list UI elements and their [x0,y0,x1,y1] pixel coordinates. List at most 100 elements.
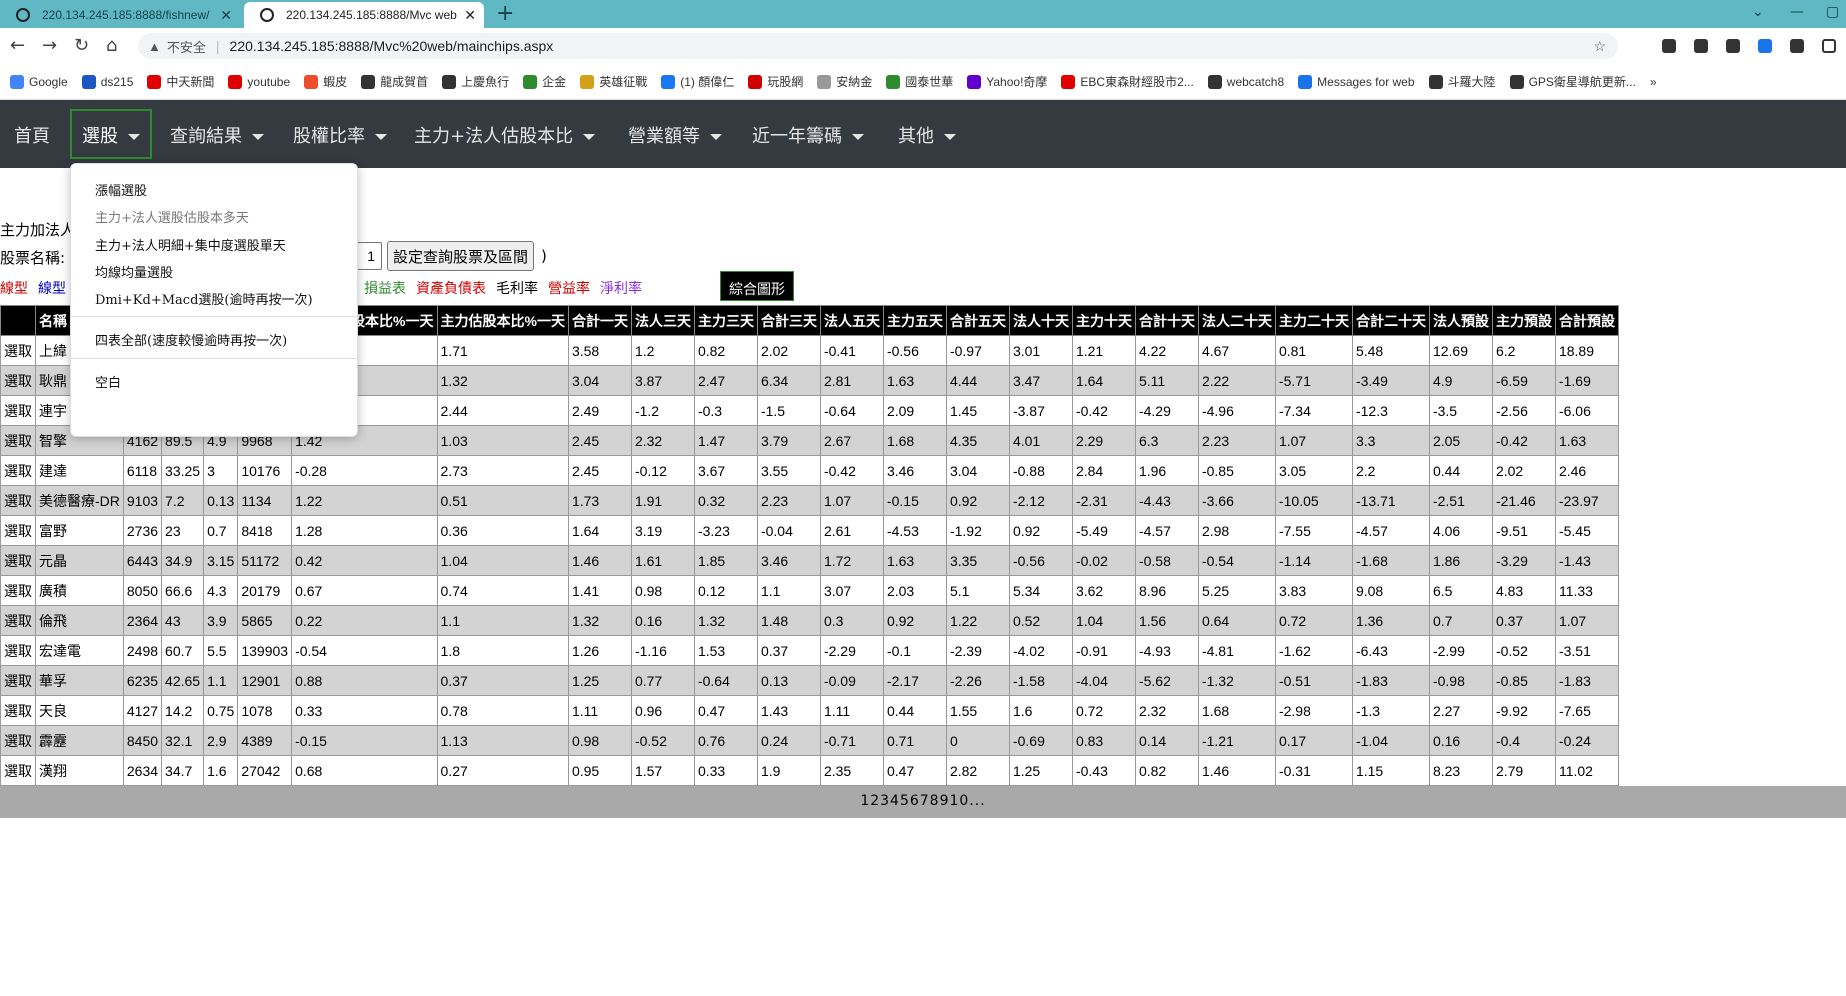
nav-item-5[interactable]: 營業額等 [628,122,722,148]
stock-name-cell[interactable]: 漢翔 [35,755,124,786]
stock-name-cell[interactable]: 富野 [35,515,124,546]
select-link[interactable]: 選取 [0,725,36,756]
stock-name-cell[interactable]: 宏達電 [35,635,124,666]
url-text[interactable]: 220.134.245.185:8888/Mvc%20web/mainchips… [230,38,554,54]
dropdown-item[interactable]: 空白 [95,372,121,391]
bookmark-item[interactable]: 安納金 [817,73,872,90]
stock-name-cell[interactable]: 美德醫療-DR [35,485,124,516]
select-link[interactable]: 選取 [0,425,36,456]
nav-item-2[interactable]: 查詢結果 [170,122,264,148]
stock-name-cell[interactable]: 建達 [35,455,124,486]
bookmark-item[interactable]: 國泰世華 [886,73,953,90]
close-icon[interactable]: ✕ [464,7,476,24]
table-cell: 2.45 [567,425,632,456]
dropdown-item[interactable]: 主力+法人明細+集中度選股單天 [95,235,286,254]
select-link[interactable]: 選取 [0,395,36,426]
set-query-button[interactable]: 設定查詢股票及區間 [387,241,535,271]
puzzle-icon[interactable] [1790,39,1804,53]
stock-name-cell[interactable]: 倫飛 [35,605,124,636]
bookmark-item[interactable]: GPS衛星導航更新... [1509,73,1636,90]
bookmark-item[interactable]: 斗羅大陸 [1428,73,1496,90]
stock-name-cell[interactable]: 元晶 [35,545,124,576]
forward-icon[interactable]: → [42,35,57,56]
nav-item-1[interactable]: 選股 [70,109,152,159]
bookmark-item[interactable]: 蝦皮 [304,73,347,90]
extension-icon[interactable] [1726,39,1740,53]
bookmark-item[interactable]: 英雄征戰 [580,73,647,90]
bookmark-item[interactable]: Yahoo!奇摩 [967,73,1047,90]
dropdown-item[interactable]: Dmi+Kd+Macd選股(逾時再按一次) [95,289,313,308]
bookmark-item[interactable]: ds215 [81,74,133,89]
pagination[interactable]: 12345678910... [0,786,1846,818]
close-icon[interactable]: ✕ [220,7,232,24]
combined-chart-button[interactable]: 綜合圖形 [720,271,794,301]
star-icon[interactable]: ☆ [1593,38,1606,55]
report-link[interactable]: 線型 [38,281,66,297]
bookmark-item[interactable]: 上慶魚行 [442,73,509,90]
chevron-down-icon[interactable]: ⌄ [1752,4,1764,20]
select-link[interactable]: 選取 [0,755,36,786]
select-link[interactable]: 選取 [0,515,36,546]
browser-tab-1[interactable]: 220.134.245.185:8888/fishnew/ ✕ [0,2,240,28]
nav-item-7[interactable]: 其他 [898,122,956,148]
select-link[interactable]: 選取 [0,605,36,636]
extension-icon[interactable] [1662,39,1676,53]
report-link[interactable]: 資產負債表 [416,281,486,297]
nav-item-0[interactable]: 首頁 [14,122,50,148]
table-cell: 1.6 [203,755,239,786]
select-link[interactable]: 選取 [0,365,36,396]
report-link[interactable]: 營益率 [548,281,590,297]
sidepanel-icon[interactable] [1822,39,1836,53]
address-bar[interactable]: ▲ 不安全 | 220.134.245.185:8888/Mvc%20web/m… [138,33,1618,59]
security-label[interactable]: 不安全 [167,37,206,56]
dropdown-item[interactable]: 四表全部(速度較慢逾時再按一次) [95,330,287,349]
table-cell: 3.3 [1351,425,1430,456]
dropdown-item[interactable]: 主力+法人選股估股本多天 [95,207,249,226]
bookmark-item[interactable]: 玩股網 [748,73,803,90]
bookmark-item[interactable]: 中天新聞 [147,73,214,90]
reload-icon[interactable]: ↻ [74,35,89,56]
home-icon[interactable]: ⌂ [106,35,117,56]
bookmark-item[interactable]: 企金 [523,73,566,90]
dropdown-item[interactable]: 均線均量選股 [95,262,173,281]
nav-item-3[interactable]: 股權比率 [293,122,387,148]
stock-name-cell[interactable]: 華孚 [35,665,124,696]
report-link[interactable]: 淨利率 [600,281,642,297]
table-cell: -5.62 [1134,665,1199,696]
stock-name-cell[interactable]: 天良 [35,695,124,726]
dropdown-item[interactable]: 漲幅選股 [95,180,147,199]
stock-name-cell[interactable]: 廣積 [35,575,124,606]
bookmark-item[interactable]: webcatch8 [1207,74,1284,89]
select-link[interactable]: 選取 [0,545,36,576]
bookmark-item[interactable]: Google [10,74,68,89]
report-link[interactable]: 損益表 [364,281,406,297]
bookmark-label: 英雄征戰 [599,75,648,89]
bookmark-item[interactable]: (1) 顏偉仁 [661,73,734,90]
select-link[interactable]: 選取 [0,335,36,366]
select-link[interactable]: 選取 [0,455,36,486]
select-link[interactable]: 選取 [0,635,36,666]
extension-icon[interactable] [1694,39,1708,53]
maximize-icon[interactable]: ▢ [1826,4,1839,20]
nav-item-label: 查詢結果 [170,126,242,147]
nav-item-4[interactable]: 主力+法人估股本比 [414,122,596,148]
report-link[interactable]: 線型 [0,281,28,297]
minimize-icon[interactable]: — [1790,4,1804,20]
bookmark-item[interactable]: EBC東森財經股市2... [1061,73,1194,90]
bookmark-item[interactable]: Messages for web [1298,74,1415,89]
select-link[interactable]: 選取 [0,695,36,726]
back-icon[interactable]: ← [10,35,25,56]
extension-icon[interactable] [1758,39,1772,53]
select-link[interactable]: 選取 [0,485,36,516]
bookmark-item[interactable]: 龍成賀首 [361,73,428,90]
stock-name-cell[interactable]: 霹靂 [35,725,124,756]
nav-item-6[interactable]: 近一年籌碼 [752,122,864,148]
select-link[interactable]: 選取 [0,575,36,606]
warning-icon[interactable]: ▲ [148,39,161,54]
browser-tab-2[interactable]: 220.134.245.185:8888/Mvc web ✕ [244,2,484,28]
new-tab-button[interactable]: + [496,2,514,26]
select-link[interactable]: 選取 [0,665,36,696]
bookmark-item[interactable]: youtube [228,74,290,89]
report-link[interactable]: 毛利率 [496,281,538,297]
bookmarks-more-icon[interactable]: » [1650,75,1657,89]
